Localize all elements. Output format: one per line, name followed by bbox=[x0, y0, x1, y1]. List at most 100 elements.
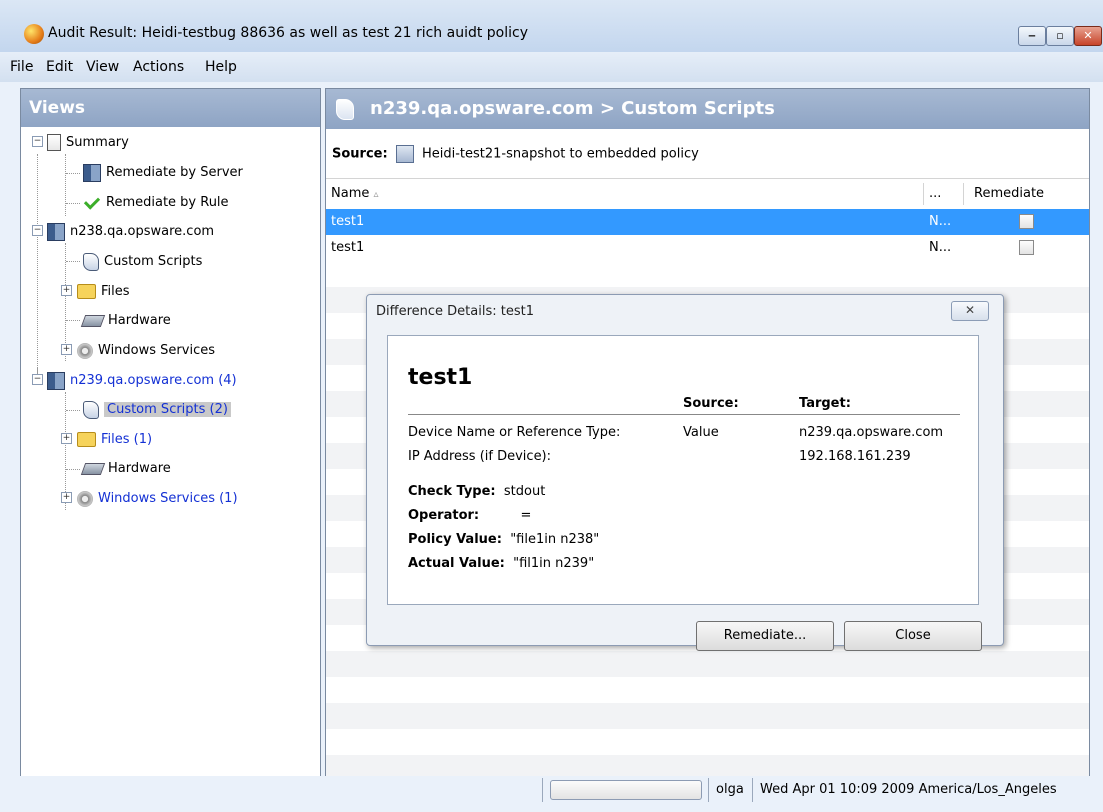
detail-policy-value: Policy Value: "file1in n238" bbox=[408, 532, 600, 547]
target-column-header: Target: bbox=[799, 396, 851, 411]
detail-operator: Operator: = bbox=[408, 508, 532, 523]
n239-files-expand-toggle[interactable]: + bbox=[61, 433, 72, 444]
tree-item-n239-custom-scripts[interactable]: Custom Scripts (2) bbox=[83, 397, 231, 423]
audit-result-window: Audit Result: Heidi-testbug 88636 as wel… bbox=[0, 0, 1103, 812]
tree-item-remediate-by-rule[interactable]: Remediate by Rule bbox=[83, 190, 229, 216]
tree-label: Custom Scripts (2) bbox=[104, 402, 231, 417]
server-icon bbox=[47, 371, 65, 390]
remediate-checkbox[interactable] bbox=[1019, 214, 1034, 229]
n238-services-expand-toggle[interactable]: + bbox=[61, 344, 72, 355]
tree-item-summary[interactable]: Summary bbox=[47, 130, 129, 156]
compare-target: 192.168.161.239 bbox=[799, 449, 911, 464]
menu-help[interactable]: Help bbox=[205, 59, 237, 75]
compare-source: Value bbox=[683, 425, 719, 440]
column-header-name[interactable]: Name ▵ bbox=[331, 186, 379, 201]
close-button[interactable]: Close bbox=[844, 621, 982, 651]
minimize-button[interactable]: ‒ bbox=[1018, 26, 1046, 46]
table-row[interactable]: test1 N... bbox=[326, 235, 1089, 261]
tree-label: Remediate by Server bbox=[106, 165, 243, 180]
row-col2: N... bbox=[929, 240, 952, 255]
hardware-icon bbox=[80, 314, 106, 327]
maximize-button[interactable]: ▫ bbox=[1046, 26, 1074, 46]
script-icon bbox=[83, 252, 99, 271]
status-datetime: Wed Apr 01 10:09 2009 America/Los_Angele… bbox=[760, 782, 1057, 797]
menu-edit[interactable]: Edit bbox=[46, 59, 73, 75]
item-heading: test1 bbox=[408, 365, 473, 390]
menu-actions[interactable]: Actions bbox=[133, 59, 184, 75]
divider bbox=[408, 414, 960, 415]
progress-bar bbox=[550, 780, 702, 800]
sort-arrow-icon: ▵ bbox=[373, 189, 379, 200]
remediate-button[interactable]: Remediate... bbox=[696, 621, 834, 651]
compare-label: IP Address (if Device): bbox=[408, 449, 552, 464]
tree-label: Windows Services bbox=[98, 343, 215, 358]
server-icon bbox=[83, 163, 101, 182]
title-bar: Audit Result: Heidi-testbug 88636 as wel… bbox=[0, 0, 1103, 52]
tree-label: n239.qa.opsware.com (4) bbox=[70, 373, 237, 388]
tree-label: Summary bbox=[66, 135, 129, 150]
script-icon bbox=[336, 99, 354, 120]
dialog-content: test1 Source: Target: Device Name or Ref… bbox=[387, 335, 979, 605]
details-title: n239.qa.opsware.com > Custom Scripts bbox=[370, 98, 775, 119]
app-icon bbox=[24, 24, 44, 44]
tree-item-remediate-by-server[interactable]: Remediate by Server bbox=[83, 160, 243, 186]
hardware-icon bbox=[80, 462, 106, 475]
n238-files-expand-toggle[interactable]: + bbox=[61, 285, 72, 296]
tree-item-n238-hardware[interactable]: Hardware bbox=[80, 308, 171, 334]
tree-item-n239-files[interactable]: Files (1) bbox=[77, 427, 152, 453]
summary-collapse-toggle[interactable]: − bbox=[32, 136, 43, 147]
tree-label: Files bbox=[101, 284, 130, 299]
tree-label: Hardware bbox=[108, 313, 171, 328]
difference-details-dialog: Difference Details: test1 ✕ test1 Source… bbox=[366, 294, 1004, 651]
server1-collapse-toggle[interactable]: − bbox=[32, 225, 43, 236]
detail-actual-value: Actual Value: "fil1in n239" bbox=[408, 556, 595, 571]
dialog-close-button[interactable]: ✕ bbox=[951, 301, 989, 321]
dialog-title: Difference Details: test1 bbox=[376, 304, 534, 319]
row-col2: N... bbox=[929, 214, 952, 229]
tree-item-n238-windows-services[interactable]: Windows Services bbox=[77, 338, 215, 364]
tree-label: Remediate by Rule bbox=[106, 195, 229, 210]
tree-item-n238-files[interactable]: Files bbox=[77, 279, 130, 305]
close-window-button[interactable]: ✕ bbox=[1074, 26, 1102, 46]
tree-item-server-n238[interactable]: n238.qa.opsware.com bbox=[47, 219, 214, 245]
source-label: Source: bbox=[332, 146, 388, 162]
tree-label: Files (1) bbox=[101, 432, 153, 447]
menu-bar: File Edit View Actions Help bbox=[0, 52, 1103, 82]
tree-item-n239-windows-services[interactable]: Windows Services (1) bbox=[77, 486, 238, 512]
close-icon: ✕ bbox=[1083, 29, 1093, 42]
tree-label: Windows Services (1) bbox=[98, 491, 238, 506]
folder-icon bbox=[77, 432, 96, 447]
remediate-checkbox[interactable] bbox=[1019, 240, 1034, 255]
source-row: Source: Heidi-test21-snapshot to embedde… bbox=[332, 145, 699, 163]
services-icon bbox=[77, 342, 93, 359]
tree-label: Custom Scripts bbox=[104, 254, 203, 269]
document-icon bbox=[47, 134, 61, 151]
column-header-remediate[interactable]: Remediate bbox=[974, 186, 1044, 201]
table-row[interactable]: test1 N... bbox=[326, 209, 1089, 235]
script-icon bbox=[83, 400, 99, 419]
menu-file[interactable]: File bbox=[10, 59, 33, 75]
services-icon bbox=[77, 490, 93, 507]
folder-icon bbox=[77, 284, 96, 299]
server2-collapse-toggle[interactable]: − bbox=[32, 374, 43, 385]
details-header: n239.qa.opsware.com > Custom Scripts bbox=[326, 89, 1089, 129]
menu-view[interactable]: View bbox=[86, 59, 119, 75]
close-icon: ✕ bbox=[964, 303, 976, 317]
status-user: olga bbox=[716, 782, 744, 797]
detail-check-type: Check Type: stdout bbox=[408, 484, 546, 499]
tree-item-server-n239[interactable]: n239.qa.opsware.com (4) bbox=[47, 368, 237, 394]
n239-services-expand-toggle[interactable]: + bbox=[61, 492, 72, 503]
tree-item-n238-custom-scripts[interactable]: Custom Scripts bbox=[83, 249, 202, 275]
maximize-icon: ▫ bbox=[1056, 29, 1064, 42]
table-header: Name ▵ ... Remediate bbox=[326, 178, 1089, 210]
window-title: Audit Result: Heidi-testbug 88636 as wel… bbox=[48, 25, 529, 41]
views-panel: Views − Summary Remediate by Server Reme… bbox=[20, 88, 321, 798]
tree-item-n239-hardware[interactable]: Hardware bbox=[80, 456, 171, 482]
compare-label: Device Name or Reference Type: bbox=[408, 425, 621, 440]
policy-icon bbox=[395, 145, 414, 163]
tree-label: Hardware bbox=[108, 461, 171, 476]
views-header: Views bbox=[21, 89, 320, 127]
minimize-icon: ‒ bbox=[1028, 29, 1036, 42]
column-header-more[interactable]: ... bbox=[929, 186, 941, 201]
source-value: Heidi-test21-snapshot to embedded policy bbox=[421, 146, 699, 162]
